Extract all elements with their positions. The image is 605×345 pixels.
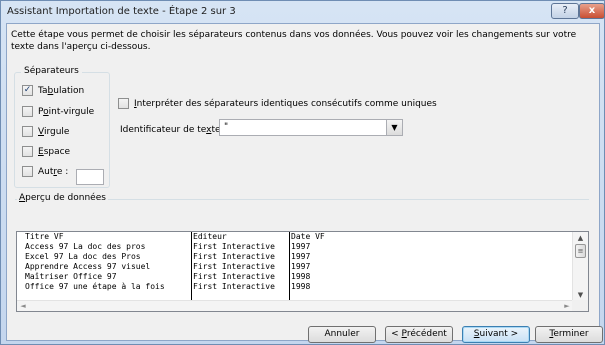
other-checkbox-row[interactable]: Autre :: [22, 165, 68, 178]
text-qualifier-label: Identificateur de texte :: [120, 125, 226, 135]
consecutive-checkbox[interactable]: [118, 98, 129, 109]
preview-cell: First Interactive: [193, 252, 275, 261]
comma-checkbox[interactable]: [22, 126, 33, 137]
tab-label: Tabulation: [38, 85, 85, 96]
separators-group-title: Séparateurs: [21, 66, 82, 76]
preview-cell: 1998: [291, 282, 311, 291]
preview-cell: Office 97 une étape à la fois: [25, 282, 165, 291]
scrollbar-corner: [572, 300, 588, 311]
text-qualifier-value: ": [224, 122, 229, 132]
chevron-down-icon[interactable]: ▼: [386, 120, 402, 135]
separators-group: Séparateurs ✓ Tabulation Point-virgule V…: [14, 66, 110, 188]
preview-cell: Excel 97 La doc des Pros: [25, 252, 141, 261]
preview-cell: 1997: [291, 252, 311, 261]
semicolon-checkbox-row[interactable]: Point-virgule: [22, 105, 94, 118]
consecutive-checkbox-row[interactable]: Interpréter des séparateurs identiques c…: [118, 97, 437, 110]
preview-cell: First Interactive: [193, 272, 275, 281]
close-button[interactable]: x: [579, 3, 605, 19]
other-label: Autre :: [38, 166, 69, 177]
next-button[interactable]: Suivant >: [462, 326, 530, 343]
preview-cell: Editeur: [193, 232, 227, 241]
help-button[interactable]: ?: [551, 3, 579, 19]
other-checkbox[interactable]: [22, 166, 33, 177]
semicolon-label: Point-virgule: [38, 106, 95, 117]
space-checkbox[interactable]: [22, 146, 33, 157]
title-bar[interactable]: Assistant Importation de texte - Étape 2…: [1, 1, 605, 23]
semicolon-checkbox[interactable]: [22, 106, 33, 117]
preview-cell: Titre VF: [25, 232, 64, 241]
tab-checkbox[interactable]: ✓: [22, 85, 33, 96]
consecutive-label: Interpréter des séparateurs identiques c…: [134, 98, 437, 109]
text-qualifier-dropdown[interactable]: " ▼: [219, 119, 403, 136]
tab-checkbox-row[interactable]: ✓ Tabulation: [22, 84, 84, 97]
finish-button[interactable]: Terminer: [535, 326, 603, 343]
preview-cell: Date VF: [291, 232, 325, 241]
preview-title: Aperçu de données: [17, 193, 108, 203]
preview-horizontal-scrollbar[interactable]: ◄ ►: [17, 300, 573, 311]
preview-cell: 1997: [291, 242, 311, 251]
window-title: Assistant Importation de texte - Étape 2…: [7, 6, 236, 17]
preview-grid: Titre VF Access 97 La doc des pros Excel…: [17, 232, 573, 301]
preview-column-3[interactable]: Date VF 1997 1997 1997 1998 1998: [289, 232, 569, 301]
preview-vertical-scrollbar[interactable]: ▲ ≡ ▼: [572, 232, 588, 301]
space-checkbox-row[interactable]: Espace: [22, 145, 70, 158]
intro-text: Cette étape vous permet de choisir les s…: [11, 30, 577, 52]
preview-cell: 1998: [291, 272, 311, 281]
vertical-scroll-thumb[interactable]: ≡: [575, 244, 586, 258]
scroll-left-arrow-icon[interactable]: ◄: [17, 301, 29, 311]
preview-cell: Access 97 La doc des pros: [25, 242, 146, 251]
comma-checkbox-row[interactable]: Virgule: [22, 125, 69, 138]
preview-column-1[interactable]: Titre VF Access 97 La doc des pros Excel…: [24, 232, 190, 301]
preview-column-2[interactable]: Editeur First Interactive First Interact…: [191, 232, 288, 301]
preview-cell: First Interactive: [193, 242, 275, 251]
previous-button[interactable]: < Précédent: [385, 326, 453, 343]
data-preview-pane[interactable]: Titre VF Access 97 La doc des pros Excel…: [16, 231, 589, 312]
space-label: Espace: [38, 146, 71, 157]
preview-cell: First Interactive: [193, 262, 275, 271]
dialog-body: Cette étape vous permet de choisir les s…: [6, 23, 603, 343]
preview-cell: Apprendre Access 97 visuel: [25, 262, 151, 271]
import-wizard-window: Assistant Importation de texte - Étape 2…: [0, 0, 605, 345]
other-separator-input[interactable]: [76, 169, 104, 185]
preview-cell: Maîtriser Office 97: [25, 272, 117, 281]
preview-cell: 1997: [291, 262, 311, 271]
scroll-up-arrow-icon[interactable]: ▲: [573, 232, 588, 244]
comma-label: Virgule: [38, 126, 70, 137]
preview-cell: First Interactive: [193, 282, 275, 291]
cancel-button[interactable]: Annuler: [308, 326, 376, 343]
